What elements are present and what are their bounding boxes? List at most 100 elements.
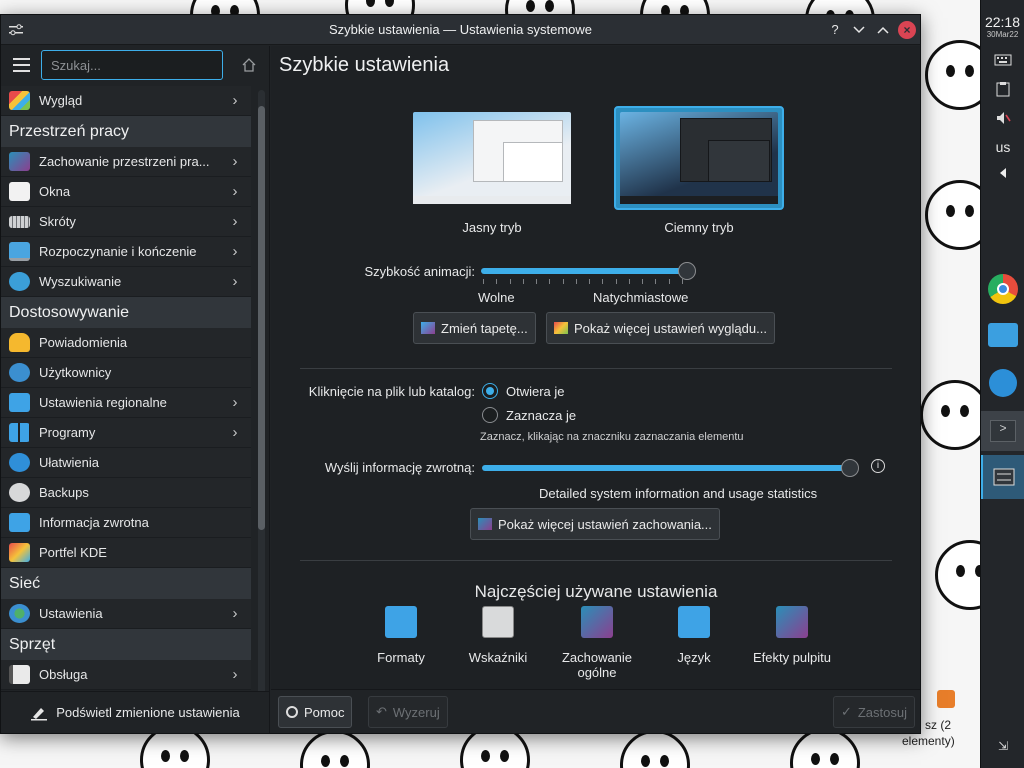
behavior-icon — [478, 518, 492, 530]
highlight-changed-label: Podświetl zmienione ustawienia — [56, 705, 240, 720]
feedback-description: Detailed system information and usage st… — [539, 486, 818, 501]
close-icon[interactable]: × — [898, 20, 916, 39]
frequent-item-general-behavior[interactable]: Zachowanie ogólne — [549, 606, 645, 680]
sidebar-item-notifications[interactable]: Powiadomienia — [1, 328, 251, 358]
clock-time: 22:18 — [984, 14, 1021, 30]
maximize-icon[interactable] — [874, 21, 892, 39]
separator — [300, 368, 892, 369]
animation-speed-ticks — [483, 279, 683, 284]
light-theme-thumbnail[interactable] — [407, 106, 577, 210]
keyboard-layout-indicator[interactable]: us — [981, 133, 1024, 161]
sidebar-scrollbar-handle[interactable] — [258, 106, 265, 530]
open-radio[interactable] — [482, 383, 498, 399]
accessibility-icon — [9, 453, 30, 472]
desktop-warning-icon[interactable] — [937, 690, 955, 708]
more-appearance-button[interactable]: Pokaż więcej ustawień wyglądu... — [546, 312, 775, 344]
sidebar-item-label: Powiadomienia — [39, 335, 128, 350]
animation-min-label: Wolne — [478, 290, 515, 305]
sidebar-category-hardware: Sprzęt — [1, 629, 251, 660]
frequent-settings-heading: Najczęściej używane ustawienia — [474, 582, 718, 601]
discover-icon[interactable] — [981, 359, 1024, 407]
keyboard-icon[interactable] — [981, 45, 1024, 75]
speech-bubble-icon — [385, 606, 417, 638]
window-title: Szybkie ustawienia — Ustawienia systemow… — [329, 22, 592, 37]
sidebar-item-label: Rozpoczynanie i kończenie — [39, 244, 197, 259]
sidebar-item-label: Ustawienia — [39, 606, 103, 621]
sidebar-item-search[interactable]: Wyszukiwanie › — [1, 267, 251, 297]
sidebar-item-applications[interactable]: Programy › — [1, 418, 251, 448]
speech-bubble-icon — [678, 606, 710, 638]
sidebar-item-appearance[interactable]: Wygląd › — [1, 86, 251, 116]
apply-button[interactable]: ✓ Zastosuj — [832, 696, 915, 728]
sidebar-item-label: Ustawienia regionalne — [39, 395, 167, 410]
animation-speed-slider-handle[interactable] — [678, 262, 696, 280]
sidebar-item-windows[interactable]: Okna › — [1, 177, 251, 207]
separator — [300, 560, 892, 561]
minimize-icon[interactable] — [850, 21, 868, 39]
system-settings-window: Szybkie ustawienia — Ustawienia systemow… — [0, 14, 921, 734]
reset-button[interactable]: ↶ Wyzeruj — [368, 696, 448, 728]
feedback-slider-handle[interactable] — [841, 459, 859, 477]
undo-icon: ↶ — [376, 704, 387, 719]
dark-theme-thumbnail[interactable] — [614, 106, 784, 210]
sidebar-item-startup-shutdown[interactable]: Rozpoczynanie i kończenie › — [1, 237, 251, 267]
sidebar-item-input-devices[interactable]: Obsługa › — [1, 660, 251, 690]
bell-icon — [9, 333, 30, 352]
light-theme-option[interactable]: Jasny tryb — [407, 106, 577, 235]
system-settings-task-icon[interactable] — [981, 455, 1024, 499]
sidebar-item-workspace-behavior[interactable]: Zachowanie przestrzeni pra... › — [1, 147, 251, 177]
sidebar-item-accessibility[interactable]: Ułatwienia — [1, 448, 251, 478]
keyboard-icon — [9, 215, 30, 228]
desktop-effects-icon — [776, 606, 808, 638]
sidebar-item-feedback[interactable]: Informacja zwrotna — [1, 508, 251, 538]
sidebar-item-backups[interactable]: Backups — [1, 478, 251, 508]
animation-speed-slider-track[interactable] — [481, 268, 687, 274]
info-icon[interactable]: i — [871, 459, 885, 473]
sidebar-item-shortcuts[interactable]: Skróty › — [1, 207, 251, 237]
titlebar[interactable]: Szybkie ustawienia — Ustawienia systemow… — [1, 15, 920, 45]
file-manager-icon[interactable] — [981, 311, 1024, 359]
select-radio[interactable] — [482, 407, 498, 423]
users-icon — [9, 363, 30, 382]
hamburger-menu-icon[interactable] — [9, 53, 33, 77]
sidebar-item-network-settings[interactable]: Ustawienia › — [1, 599, 251, 629]
home-icon[interactable] — [237, 53, 261, 77]
help-icon[interactable]: ? — [826, 21, 844, 39]
change-wallpaper-button[interactable]: Zmień tapetę... — [413, 312, 536, 344]
sidebar-item-kde-wallet[interactable]: Portfel KDE — [1, 538, 251, 568]
open-radio-label[interactable]: Otwiera je — [506, 384, 565, 399]
select-radio-label[interactable]: Zaznacza je — [506, 408, 576, 423]
chevron-right-icon: › — [232, 183, 238, 200]
desktop-folder-label[interactable]: elementy) — [902, 734, 955, 748]
monitor-icon — [9, 242, 30, 261]
window-menu-icon[interactable] — [1, 15, 31, 45]
volume-muted-icon[interactable] — [981, 103, 1024, 133]
dark-theme-option[interactable]: Ciemny tryb — [614, 106, 784, 235]
feedback-slider-track[interactable] — [482, 465, 850, 471]
help-button[interactable]: Pomoc — [278, 696, 353, 728]
frequent-item-desktop-effects[interactable]: Efekty pulpitu — [744, 606, 840, 665]
page-title: Szybkie ustawienia — [279, 53, 450, 76]
frequent-item-formats[interactable]: Formaty — [353, 606, 449, 665]
konsole-icon[interactable]: > — [981, 411, 1024, 451]
frequent-item-label: Zachowanie ogólne — [561, 650, 633, 680]
frequent-item-language[interactable]: Język — [646, 606, 742, 665]
frequent-item-cursors[interactable]: Wskaźniki — [450, 606, 546, 665]
clipboard-icon[interactable] — [981, 75, 1024, 103]
sidebar-item-label: Portfel KDE — [39, 545, 107, 560]
panel-settings-icon[interactable]: ⇲ — [981, 736, 1024, 756]
sidebar-item-regional[interactable]: Ustawienia regionalne › — [1, 388, 251, 418]
desktop-folder-label[interactable]: sz (2 — [925, 718, 951, 732]
digital-clock[interactable]: 22:18 30Mar22 — [981, 0, 1024, 39]
highlight-changed-button[interactable]: Podświetl zmienione ustawienia — [1, 691, 269, 733]
chrome-icon[interactable] — [981, 267, 1024, 311]
animation-speed-label: Szybkość animacji: — [364, 264, 475, 279]
search-input[interactable] — [41, 50, 223, 80]
cursor-icon — [482, 606, 514, 638]
expand-tray-icon[interactable] — [981, 161, 1024, 185]
sidebar-item-users[interactable]: Użytkownicy — [1, 358, 251, 388]
more-behavior-button[interactable]: Pokaż więcej ustawień zachowania... — [470, 508, 720, 540]
appearance-icon — [554, 322, 568, 334]
speech-bubble-icon — [9, 393, 30, 412]
clock-icon — [9, 483, 30, 502]
